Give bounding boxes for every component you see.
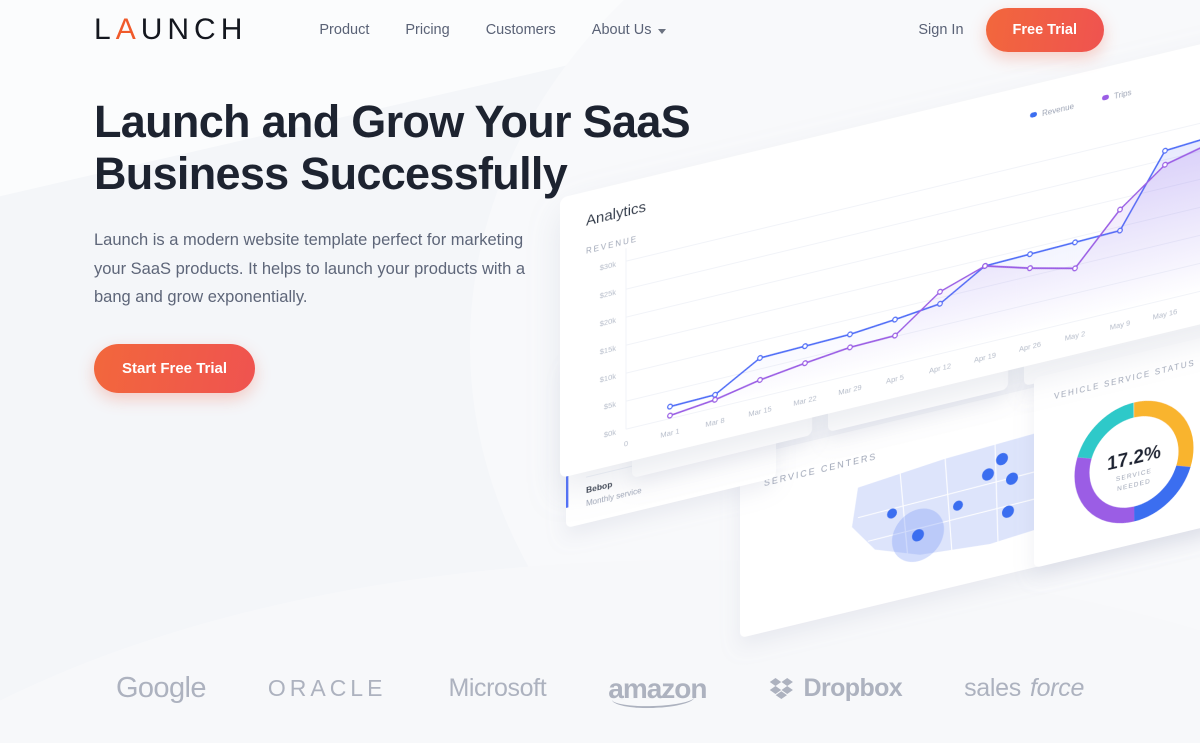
- hero-description: Launch is a modern website template perf…: [94, 231, 526, 307]
- svg-text:$0k: $0k: [604, 428, 616, 440]
- svg-text:Mar 15: Mar 15: [748, 404, 771, 418]
- nav-link-customers[interactable]: Customers: [486, 22, 556, 38]
- stat-label: Vehicles on track: [694, 396, 759, 421]
- hero-heading-line-1: Launch and Grow Your SaaS: [94, 96, 691, 147]
- nav-link-pricing-label: Pricing: [405, 22, 450, 38]
- brand-logo[interactable]: LAUNCH: [94, 13, 247, 47]
- svg-text:Eagle: Eagle: [586, 442, 609, 457]
- logo-dropbox-text: Dropbox: [803, 674, 903, 702]
- donut-segment-teal: [1074, 400, 1194, 524]
- nav-link-customers-label: Customers: [485, 22, 556, 38]
- nav-link-about-us-label: About Us: [591, 22, 652, 38]
- donut-caption-2: NEEDED: [1117, 478, 1151, 493]
- bottom-ellipse-shape: [0, 560, 1200, 743]
- nav-link-pricing[interactable]: Pricing: [405, 22, 449, 38]
- client-logos-strip: Google ORACLE Microsoft amazon Dropbox s…: [0, 672, 1200, 709]
- svg-text:$5k: $5k: [604, 400, 616, 412]
- sign-in-link[interactable]: Sign In: [918, 22, 963, 38]
- svg-text:Mar 1: Mar 1: [660, 426, 679, 439]
- donut-segment-blue: [1074, 400, 1194, 524]
- dropbox-box-icon: [769, 677, 793, 699]
- svg-text:Monthly service: Monthly service: [586, 486, 642, 508]
- logo-oracle: ORACLE: [267, 675, 387, 701]
- svg-text:0: 0: [624, 439, 628, 449]
- logo-salesforce: sales force: [964, 674, 1084, 703]
- logo-google: Google: [115, 672, 207, 704]
- hero-section: Launch and Grow Your SaaS Business Succes…: [0, 60, 1200, 393]
- main-navigation: LAUNCH Product Pricing Customers About U…: [0, 0, 1200, 60]
- start-free-trial-button[interactable]: Start Free Trial: [94, 343, 256, 393]
- map-title: SERVICE CENTERS: [764, 451, 877, 488]
- chevron-down-icon: [658, 28, 667, 34]
- free-trial-button[interactable]: Free Trial: [985, 8, 1104, 52]
- svg-text:Bebop: Bebop: [586, 479, 612, 495]
- us-map-shape: [852, 410, 1176, 555]
- svg-text:Eos: Eos: [586, 406, 602, 420]
- svg-text:Engine check-up: Engine check-up: [586, 409, 646, 432]
- page-title: Launch and Grow Your SaaS Business Succes…: [94, 96, 724, 200]
- svg-text:Mar 22: Mar 22: [793, 393, 816, 407]
- logo-salesforce-plain: sales: [964, 674, 1021, 702]
- donut-segment-yellow: [1074, 400, 1194, 524]
- donut-caption-1: SERVICE: [1116, 468, 1152, 484]
- logo-salesforce-italic: force: [1029, 674, 1085, 702]
- logo-dropbox: Dropbox: [769, 674, 903, 703]
- logo-microsoft: Microsoft: [448, 674, 547, 702]
- donut-segment-purple: [1074, 400, 1194, 524]
- logo-text-after: UNCH: [140, 13, 248, 46]
- nav-links: Product Pricing Customers About Us: [319, 22, 667, 38]
- list-item: Eagle Tire replacement: [586, 435, 758, 478]
- donut-value: 17.2%: [1107, 442, 1161, 476]
- amazon-smile-icon: [612, 696, 695, 709]
- map-markers: [887, 415, 1116, 563]
- donut-chart: 17.2% SERVICE NEEDED: [1074, 400, 1194, 524]
- nav-actions: Sign In Free Trial: [918, 8, 1104, 52]
- svg-text:Tire replacement: Tire replacement: [586, 447, 646, 470]
- svg-text:Mar 8: Mar 8: [705, 416, 724, 429]
- logo-accent-letter: A: [115, 13, 141, 46]
- bolt-icon: [661, 392, 671, 414]
- list-item: Bebop Monthly service: [586, 479, 642, 508]
- us-map-state-lines: [857, 412, 1175, 560]
- logo-text-before: L: [94, 13, 116, 46]
- hero-heading-line-2: Business Successfully: [94, 148, 568, 200]
- nav-link-about-us[interactable]: About Us: [592, 22, 667, 38]
- nav-link-product[interactable]: Product: [319, 22, 369, 38]
- nav-link-product-label: Product: [319, 22, 370, 38]
- logo-amazon: amazon: [608, 673, 708, 709]
